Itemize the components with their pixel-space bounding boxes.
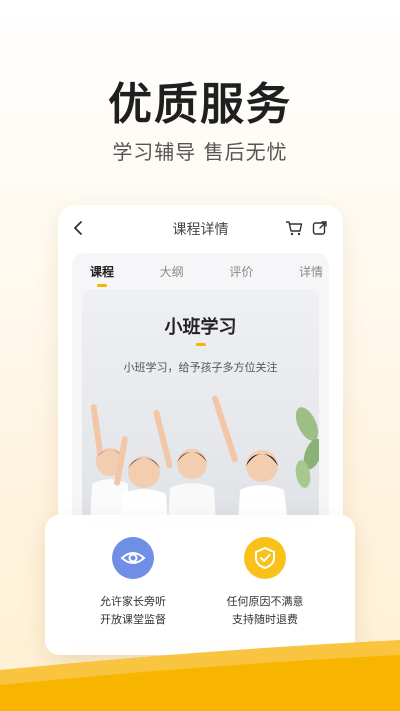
banner-title-underline [195, 343, 206, 346]
students-raising-hands-image [82, 395, 319, 524]
tab-details[interactable]: 详情 [299, 263, 323, 287]
banner-description: 小班学习，给予孩子多方位关注 [123, 361, 278, 374]
feature-2-line-2: 支持随时退费 [232, 613, 298, 626]
shield-check-icon [244, 537, 286, 579]
tab-outline[interactable]: 大纲 [160, 263, 184, 287]
eye-icon [112, 537, 154, 579]
service-features-panel: 允许家长旁听 开放课堂监督 任何原因不满意 支持随时退费 [45, 515, 355, 655]
bottom-wave-decoration [0, 640, 400, 711]
course-tabs: 课程 大纲 评价 详情 [72, 253, 329, 289]
cart-icon[interactable] [285, 219, 303, 237]
feature-2-line-1: 任何原因不满意 [226, 595, 304, 608]
feature-1-line-1: 允许家长旁听 [100, 595, 166, 608]
feature-1-line-2: 开放课堂监督 [100, 613, 166, 626]
share-icon[interactable] [311, 219, 329, 237]
small-class-banner: 小班学习 小班学习，给予孩子多方位关注 [82, 289, 319, 524]
phone-topbar: 课程详情 [58, 205, 343, 253]
tab-reviews[interactable]: 评价 [229, 263, 253, 287]
subheadline: 学习辅导 售后无忧 [112, 140, 288, 164]
tab-course[interactable]: 课程 [90, 263, 114, 287]
feature-refund: 任何原因不满意 支持随时退费 [195, 537, 335, 629]
banner-title: 小班学习 [164, 317, 237, 338]
headline: 优质服务 [108, 79, 292, 130]
feature-parent-audit: 允许家长旁听 开放课堂监督 [63, 537, 203, 629]
